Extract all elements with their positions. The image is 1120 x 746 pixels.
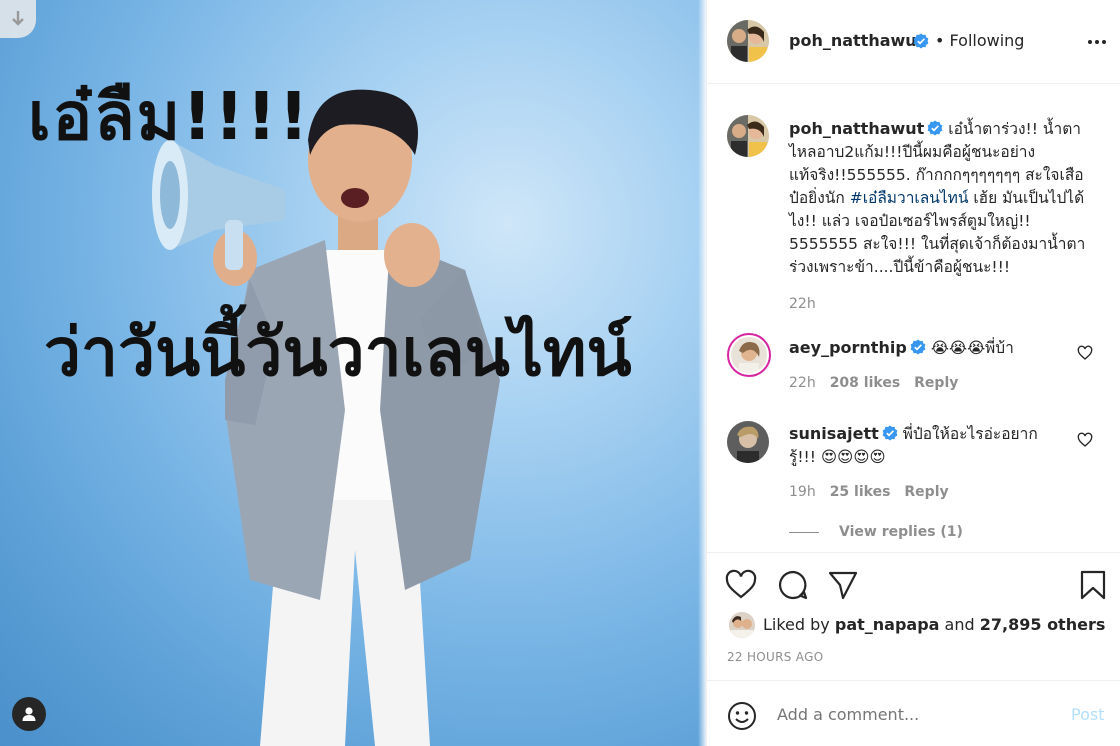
comment-username[interactable]: sunisajett: [789, 424, 879, 443]
verified-badge-icon: [927, 120, 943, 136]
comment-avatar[interactable]: [727, 421, 769, 463]
comment-age[interactable]: 22h: [789, 375, 816, 391]
add-comment-bar: Post: [707, 680, 1120, 746]
comment-meta: 22h 208 likes Reply: [789, 372, 1059, 395]
post-comment-button[interactable]: Post: [1071, 705, 1104, 724]
comment-item: aey_pornthip 😭😭😭พี่บ้า 22h 208 likes Reply: [789, 336, 1059, 395]
like-heart-icon[interactable]: [725, 569, 757, 601]
liked-by-user-link[interactable]: pat_napapa: [835, 615, 940, 634]
comment-text: 😭😭😭พี่บ้า: [930, 339, 1014, 357]
comment-avatar[interactable]: [727, 333, 771, 377]
comment-reply-button[interactable]: Reply: [914, 375, 958, 391]
liked-by-prefix: Liked by: [763, 615, 830, 634]
verified-badge-icon: [913, 33, 929, 49]
view-replies-button[interactable]: View replies (1): [789, 524, 963, 540]
comment-like-heart-icon[interactable]: [1077, 432, 1093, 448]
comment-bubble-icon[interactable]: [777, 569, 809, 601]
comment-reply-button[interactable]: Reply: [904, 484, 948, 500]
post-details-panel: poh_natthawut • Following poh_natthawut …: [706, 0, 1120, 746]
bookmark-icon[interactable]: [1077, 569, 1109, 601]
comment-like-heart-icon[interactable]: [1077, 345, 1093, 361]
tagged-users-button[interactable]: [12, 697, 46, 731]
caption-avatar[interactable]: [727, 115, 769, 157]
header-username[interactable]: poh_natthawut: [789, 31, 924, 50]
image-headline-bottom: ว่าวันนี้วันวาเลนไทน์: [44, 314, 632, 391]
post-timestamp[interactable]: 22 HOURS AGO: [727, 650, 823, 664]
more-options-icon[interactable]: [1085, 30, 1109, 54]
avatar-photo: [727, 20, 769, 62]
comment-item: sunisajett พี่ป๋อให้อะไรอ่ะอยากรู้!!! 😍😍…: [789, 422, 1059, 504]
add-comment-input[interactable]: [777, 705, 1057, 724]
person-illustration: [152, 89, 500, 746]
user-icon: [22, 707, 36, 721]
avatar-photo: [729, 612, 755, 638]
verified-badge-icon: [910, 339, 926, 355]
liked-by-joiner: and: [944, 615, 975, 634]
caption-age[interactable]: 22h: [789, 293, 1099, 316]
comment-username[interactable]: aey_pornthip: [789, 338, 907, 357]
post-caption: poh_natthawut เอ๋น้ำตาร่วง!! น้ำตาไหลอาบ…: [789, 117, 1099, 316]
caption-hashtag-link[interactable]: #เอ๋ลืมวาเลนไทน์: [850, 189, 969, 207]
avatar-photo: [731, 337, 767, 373]
divider-line: [789, 531, 819, 533]
comment-likes[interactable]: 208 likes: [830, 375, 900, 391]
image-headline-top: เอ๋ลืม!!!!: [28, 78, 311, 155]
post-header: poh_natthawut • Following: [707, 0, 1120, 84]
follow-status-button[interactable]: • Following: [935, 31, 1024, 50]
comment-meta: 19h 25 likes Reply: [789, 481, 1059, 504]
emoji-smiley-icon[interactable]: [727, 701, 757, 731]
liked-by-avatar[interactable]: [729, 612, 755, 638]
liked-by-row: Liked by pat_napapa and 27,895 others: [763, 615, 1105, 634]
liked-by-others-link[interactable]: 27,895 others: [980, 615, 1106, 634]
photo-edge: [698, 0, 706, 746]
comment-likes[interactable]: 25 likes: [830, 484, 891, 500]
view-replies-label: View replies (1): [839, 524, 963, 540]
caption-username[interactable]: poh_natthawut: [789, 119, 924, 138]
share-paper-plane-icon[interactable]: [827, 569, 859, 601]
download-button[interactable]: [0, 0, 36, 38]
verified-badge-icon: [882, 425, 898, 441]
comment-age[interactable]: 19h: [789, 484, 816, 500]
avatar-photo: [727, 115, 769, 157]
avatar[interactable]: [727, 20, 769, 62]
arrow-down-icon: [12, 11, 24, 26]
avatar-photo: [727, 421, 769, 463]
post-image[interactable]: เอ๋ลืม!!!! ว่าวันนี้วันวาเลนไทน์: [0, 0, 706, 746]
